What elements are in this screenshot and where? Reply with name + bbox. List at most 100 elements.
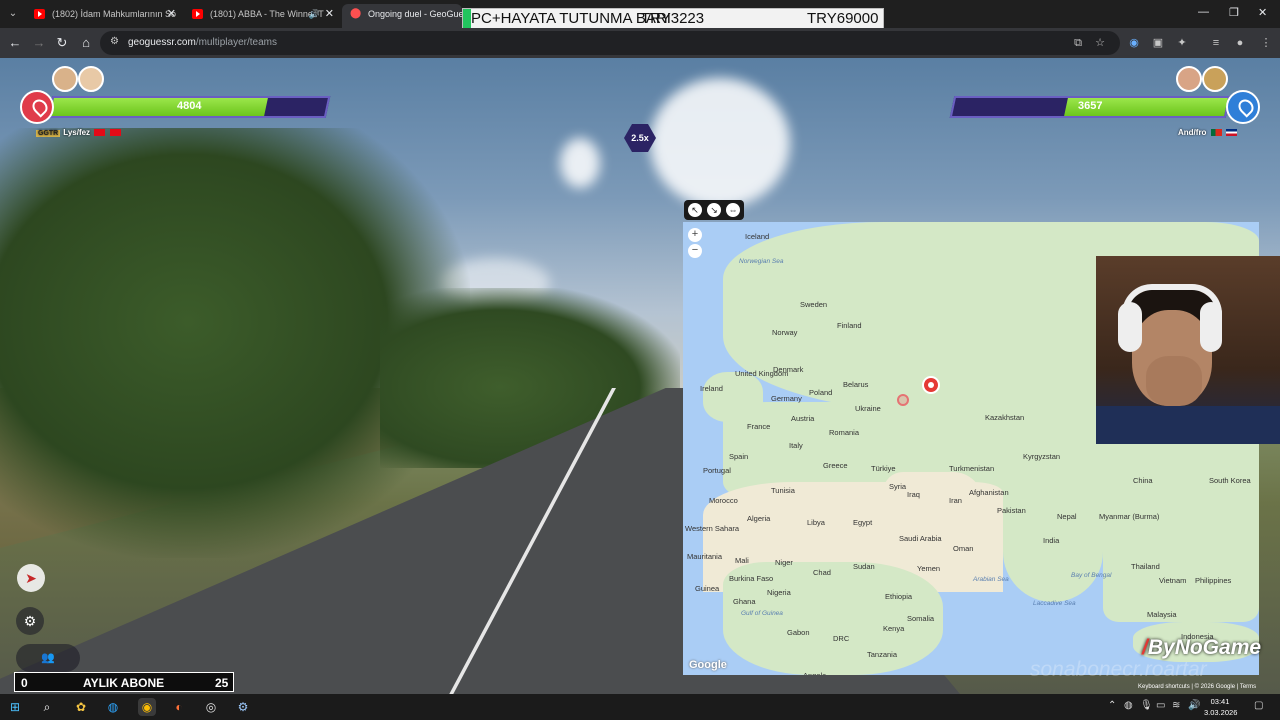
land-india xyxy=(1003,502,1103,602)
map-label: Ukraine xyxy=(855,404,881,413)
map-label: Burkina Faso xyxy=(729,574,774,583)
media-icon[interactable]: ◉ xyxy=(1126,35,1142,51)
left-team-health-bar: 4804 xyxy=(47,96,331,118)
avatar xyxy=(1176,66,1202,92)
shrink-map-icon[interactable]: ↘ xyxy=(707,203,721,217)
map-label: India xyxy=(1043,536,1060,545)
menu-icon[interactable]: ⋮ xyxy=(1258,35,1274,51)
back-icon[interactable]: ← xyxy=(6,34,24,52)
steam-icon[interactable]: ⚙ xyxy=(234,698,252,716)
zoom-in-button[interactable]: + xyxy=(688,228,702,242)
copilot-icon[interactable]: ✿ xyxy=(72,698,90,716)
clock-date: 3.03.2026 xyxy=(1204,708,1238,717)
street-view-panorama[interactable]: 4804 GGTR Lys/fez 2.5x 3657 And/fro ➤ ⚙ 👥… xyxy=(0,58,1280,694)
volume-icon[interactable]: 🔊 xyxy=(1188,700,1200,711)
puzzle-icon[interactable]: ✦ xyxy=(1174,35,1190,51)
map-label: Myanmar (Burma) xyxy=(1099,512,1160,521)
map-label: Thailand xyxy=(1131,562,1160,571)
tray-chevron-icon[interactable]: ⌃ xyxy=(1108,700,1116,711)
zoom-out-button[interactable]: − xyxy=(688,244,702,258)
profile-icon[interactable]: ● xyxy=(1232,35,1248,51)
map-label: Finland xyxy=(837,321,862,330)
cloud xyxy=(560,138,600,188)
map-label: Syria xyxy=(889,482,907,491)
chrome-icon[interactable]: ◉ xyxy=(138,698,156,716)
map-label: Spain xyxy=(729,452,749,461)
tab-youtube-2[interactable]: (1801) ABBA - The Winner T 🔊 ✕ xyxy=(184,4,340,28)
map-label: Laccadive Sea xyxy=(1033,600,1076,607)
map-label: Tunisia xyxy=(771,486,795,495)
left-team-health: 4804 xyxy=(176,100,202,112)
map-label: Kazakhstan xyxy=(985,413,1025,422)
map-label: Algeria xyxy=(747,514,771,523)
address-bar[interactable]: ⚙ geoguessr.com/multiplayer/teams xyxy=(100,31,1120,55)
map-label: Yemen xyxy=(917,564,941,573)
obs-icon[interactable]: ◎ xyxy=(202,698,220,716)
edge-icon[interactable]: ◍ xyxy=(104,698,122,716)
expand-map-icon[interactable]: ↖ xyxy=(688,203,702,217)
window-close-icon[interactable]: ✕ xyxy=(1258,6,1267,19)
compass-icon[interactable]: ➤ xyxy=(17,564,45,592)
battery-icon[interactable]: ▭ xyxy=(1156,700,1165,711)
team-chat-button[interactable]: 👥 xyxy=(16,644,80,672)
banner-right-text: TRY69000 xyxy=(807,10,879,27)
restore-icon[interactable]: ❐ xyxy=(1229,6,1239,19)
settings-gear-icon[interactable]: ⚙ xyxy=(16,607,44,635)
speaker-icon[interactable]: 🔊 xyxy=(309,4,320,24)
tab-youtube-1[interactable]: (1802) İdam Mahkumlarının So ✕ xyxy=(26,4,182,28)
firefox-icon[interactable]: ◐ xyxy=(170,698,188,716)
tab-title: (1801) ABBA - The Winner T xyxy=(210,9,324,19)
map-label: Gabon xyxy=(787,628,810,637)
reload-icon[interactable]: ↻ xyxy=(53,34,71,52)
system-clock[interactable]: 03:41 3.03.2026 xyxy=(1204,696,1238,718)
map-label: Belarus xyxy=(843,380,869,389)
bookmark-star-icon[interactable]: ☆ xyxy=(1092,35,1108,51)
tab-geoguessr[interactable]: ⬤ Ongoing duel - GeoGuessr xyxy=(342,4,462,28)
forward-icon[interactable]: → xyxy=(30,34,48,52)
watermark: sonabonecr.roartar xyxy=(1030,658,1207,681)
marker-icon xyxy=(897,394,909,406)
map-label: South Korea xyxy=(1209,476,1251,485)
mic-icon[interactable]: 🎙 xyxy=(1140,700,1153,711)
minimize-icon[interactable]: — xyxy=(1198,6,1209,18)
banner-accent xyxy=(463,9,471,28)
map-label: Poland xyxy=(809,388,833,397)
turkey-flag-icon xyxy=(109,129,121,137)
youtube-icon xyxy=(192,9,203,19)
home-icon[interactable]: ⌂ xyxy=(77,34,95,52)
search-icon[interactable]: ⌕ xyxy=(38,698,56,716)
map-label: Norway xyxy=(772,328,798,337)
windows-start-icon[interactable]: ⊞ xyxy=(6,698,24,716)
wifi-icon[interactable]: ≋ xyxy=(1172,700,1180,711)
map-label: Nepal xyxy=(1057,512,1077,521)
map-label: Gulf of Guinea xyxy=(741,610,783,617)
map-attribution: Keyboard shortcuts | © 2026 Google | Ter… xyxy=(1138,684,1257,690)
left-team-name: GGTR Lys/fez xyxy=(36,128,121,137)
map-label: DRC xyxy=(833,634,850,643)
close-icon[interactable]: ✕ xyxy=(325,4,334,24)
tray-icon[interactable]: ◍ xyxy=(1124,700,1133,711)
map-label: Mali xyxy=(735,556,749,565)
playlist-icon[interactable]: ≡ xyxy=(1208,35,1224,51)
tab-search-button[interactable]: ⌄ xyxy=(4,5,22,23)
map-label: Egypt xyxy=(853,518,873,527)
site-info-icon[interactable]: ⚙ xyxy=(110,36,122,48)
flag-icon xyxy=(1225,129,1237,137)
map-label: Norwegian Sea xyxy=(739,258,784,265)
guess-marker-icon[interactable] xyxy=(922,376,940,394)
youtube-icon xyxy=(34,9,45,19)
right-team-pin-icon xyxy=(1226,90,1260,124)
right-team-health: 3657 xyxy=(1077,100,1103,112)
map-label: Sudan xyxy=(853,562,875,571)
map-label: Somalia xyxy=(907,614,935,623)
close-icon[interactable]: ✕ xyxy=(167,4,176,24)
right-team-health-bar: 3657 xyxy=(949,96,1231,118)
pin-map-icon[interactable]: ⇔ xyxy=(726,203,740,217)
notification-icon[interactable]: ▢ xyxy=(1254,700,1263,711)
url-text[interactable]: geoguessr.com/multiplayer/teams xyxy=(128,37,277,48)
sub-label: AYLIK ABONE xyxy=(83,676,165,690)
headphone-right xyxy=(1200,302,1222,352)
install-icon[interactable]: ⧉ xyxy=(1070,35,1086,51)
extension-icon[interactable]: ▣ xyxy=(1150,35,1166,51)
avatar xyxy=(78,66,104,92)
